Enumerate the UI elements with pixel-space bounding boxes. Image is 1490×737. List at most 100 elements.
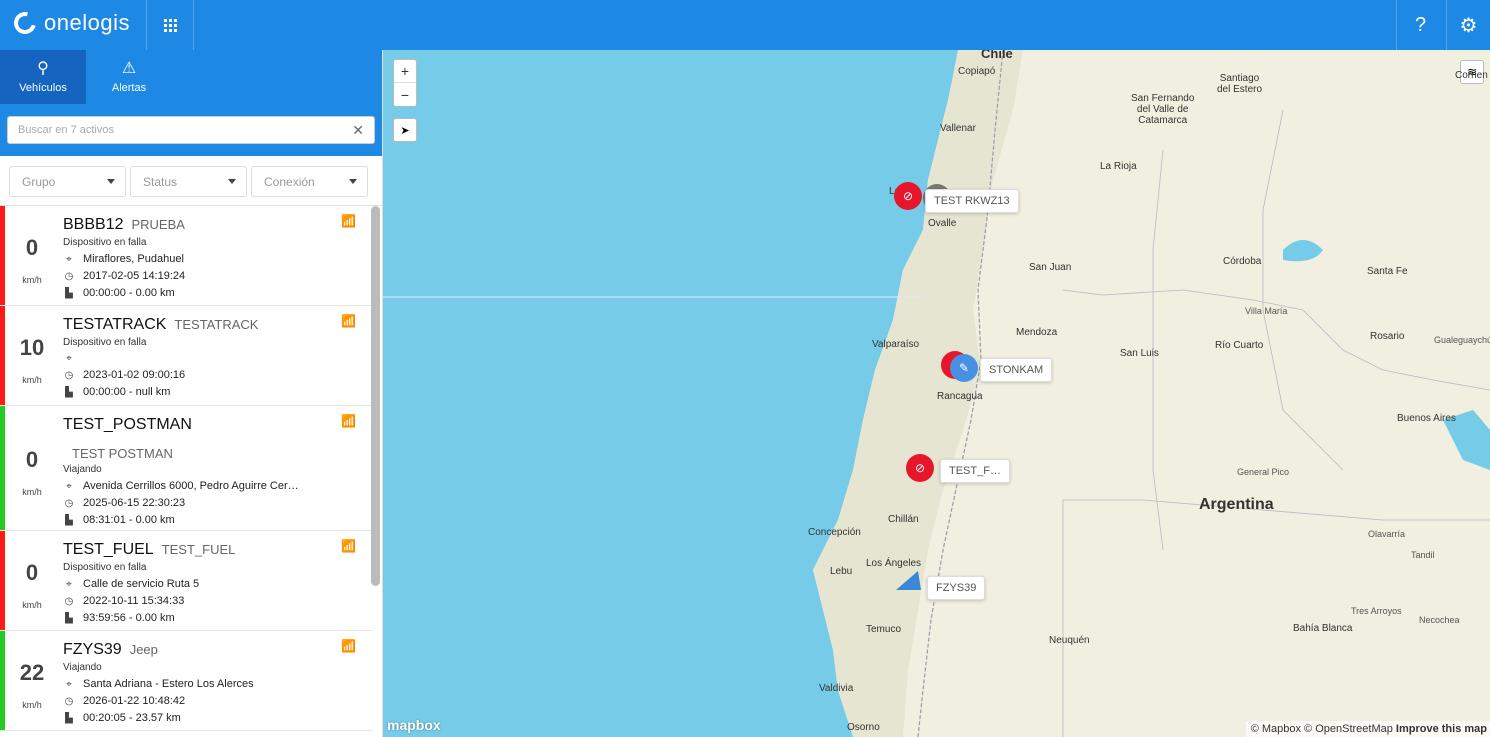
- tab-vehiculos[interactable]: ⚲ Vehículos: [0, 50, 86, 104]
- sidebar-tabs: ⚲ Vehículos ⚠ Alertas: [0, 50, 382, 104]
- speed-value: 0: [25, 559, 39, 585]
- map-label-concepcion: Concepción: [808, 527, 861, 538]
- vehicle-map-label[interactable]: TEST_F…: [940, 459, 1010, 483]
- zoom-out-button[interactable]: −: [394, 83, 416, 106]
- tab-alertas[interactable]: ⚠ Alertas: [86, 50, 172, 104]
- vehicle-location: Calle de servicio Ruta 5: [83, 578, 200, 590]
- brand[interactable]: onelogis: [9, 7, 130, 39]
- vehicle-status: Dispositivo en falla: [63, 337, 147, 348]
- vehicle-location: Santa Adriana - Estero Los Alerces: [83, 678, 254, 690]
- vehicle-info: TEST_POSTMAN TEST POSTMAN Viajando ⌖ Aveni…: [63, 416, 342, 526]
- speed-unit: km/h: [22, 374, 42, 385]
- map-label-mendoza: Mendoza: [1016, 327, 1058, 338]
- crosshair-icon: ⌖: [66, 353, 72, 364]
- attribution-text: © Mapbox © OpenStreetMap: [1250, 723, 1393, 735]
- vehicle-alias: TESTATRACK: [174, 317, 259, 332]
- vehicle-map-label[interactable]: FZYS39: [927, 576, 986, 600]
- map-label-ovalle: Ovalle: [928, 218, 957, 229]
- filter-grupo[interactable]: Grupo: [9, 166, 126, 197]
- weak-signal-icon: 📶: [341, 639, 356, 653]
- zoom-control: + −: [393, 59, 417, 107]
- vehicle-datetime: 2017-02-05 14:19:24: [83, 270, 186, 282]
- no-signal-icon: 📶: [341, 414, 356, 428]
- caret-down-icon: [349, 179, 357, 184]
- zoom-in-button[interactable]: +: [394, 60, 416, 83]
- vehicle-location: Miraflores, Pudahuel: [83, 253, 184, 265]
- map-label-los-angeles: Los Ángeles: [866, 558, 922, 569]
- search-box: ✕: [7, 116, 375, 144]
- apps-grid-icon: [163, 18, 177, 32]
- scrollbar-thumb[interactable]: [371, 206, 380, 586]
- speed-unit: km/h: [22, 699, 42, 710]
- direction-arrow-icon[interactable]: [896, 571, 922, 591]
- map-label-lebu: Lebu: [830, 566, 853, 577]
- brand-name: onelogis: [44, 10, 130, 35]
- locate-button[interactable]: ➤: [393, 118, 417, 142]
- map-label-la-rioja: La Rioja: [1100, 161, 1137, 172]
- vehicle-info: TESTATRACK TESTATRACK Dispositivo en fall…: [63, 316, 342, 398]
- vehicle-odometer: 08:31:01 - 0.00 km: [83, 514, 175, 526]
- map-label-santa-fe: Santa Fe: [1367, 266, 1408, 277]
- map-label-san-luis: San Luis: [1120, 348, 1159, 359]
- vehicle-map-label[interactable]: TEST RKWZ13: [925, 189, 1019, 213]
- no-signal-icon: 📶: [341, 314, 356, 328]
- filters: Grupo Status Conexión: [0, 156, 382, 206]
- vehicle-marker[interactable]: ✎: [950, 354, 978, 382]
- vehicle-list: 0 km/h BBBB12 PRUEBA Dispositivo en falla…: [0, 206, 372, 731]
- vehicle-odometer: 00:00:00 - 0.00 km: [83, 287, 175, 299]
- apps-button[interactable]: [146, 0, 194, 50]
- crosshair-icon: ⌖: [66, 578, 72, 590]
- vehicle-location: Avenida Cerrillos 6000, Pedro Aguirre Ce…: [83, 480, 299, 492]
- vehicle-row[interactable]: 0 km/h TEST_POSTMAN TEST POSTMAN Viajando…: [0, 406, 372, 531]
- no-signal-icon: ⊘: [902, 189, 914, 203]
- vehicle-row[interactable]: 0 km/h TEST_FUEL TEST_FUEL Dispositivo en…: [0, 531, 372, 631]
- vehicle-marker[interactable]: ⊘: [906, 454, 934, 482]
- map-pin-icon: ⚲: [37, 60, 49, 77]
- vehicle-odometer: 00:20:05 - 23.57 km: [83, 712, 181, 724]
- map-label-corrientes: Corrien: [1455, 70, 1488, 81]
- vehicle-row[interactable]: 10 km/h TESTATRACK TESTATRACK Dispositivo…: [0, 306, 372, 406]
- search-bar: ✕: [0, 104, 382, 156]
- map-label-tres-arroyos: Tres Arroyos: [1351, 606, 1402, 616]
- filter-conexion[interactable]: Conexión: [251, 166, 368, 197]
- settings-button[interactable]: ⚙: [1446, 0, 1490, 50]
- vehicle-status: Viajando: [63, 464, 102, 475]
- filter-label: Status: [143, 174, 178, 189]
- vehicle-status: Dispositivo en falla: [63, 237, 147, 248]
- clock-icon: ◷: [64, 270, 74, 282]
- vehicle-datetime: 2026-01-22 10:48:42: [83, 695, 186, 707]
- road-icon: ▙: [65, 712, 73, 724]
- sidebar: ⚲ Vehículos ⚠ Alertas ✕ Grupo Status Con…: [0, 50, 383, 737]
- map-label-necochea: Necochea: [1419, 615, 1460, 625]
- vehicle-map-label[interactable]: STONKAM: [980, 358, 1053, 382]
- clear-icon[interactable]: ✕: [352, 122, 364, 139]
- filter-status[interactable]: Status: [130, 166, 247, 197]
- crosshair-icon: ⌖: [66, 480, 72, 492]
- search-input[interactable]: [8, 117, 374, 143]
- vehicle-odometer: 93:59:56 - 0.00 km: [83, 612, 175, 624]
- speed-block: 0 km/h: [5, 406, 59, 530]
- vehicle-alias: TEST POSTMAN: [72, 446, 173, 461]
- help-button[interactable]: ?: [1396, 0, 1444, 50]
- map-label-rosario: Rosario: [1370, 331, 1405, 342]
- no-signal-icon: 📶: [341, 214, 356, 228]
- vehicle-row[interactable]: 22 km/h FZYS39 Jeep Viajando ⌖ Santa Adria…: [0, 631, 372, 731]
- vehicle-marker[interactable]: ⊘: [894, 182, 922, 210]
- improve-map-link[interactable]: Improve this map: [1396, 723, 1487, 735]
- scrollbar[interactable]: [371, 206, 380, 636]
- vehicle-datetime: 2023-01-02 09:00:16: [83, 369, 186, 381]
- navigation-arrow-icon: ➤: [400, 124, 410, 137]
- vehicle-name: FZYS39: [63, 641, 122, 658]
- vehicle-name: TEST_FUEL: [63, 541, 154, 558]
- speed-block: 22 km/h: [5, 631, 59, 730]
- map-label-argentina: Argentina: [1199, 496, 1274, 513]
- tab-label: Alertas: [111, 82, 147, 94]
- vehicle-alias: TEST_FUEL: [161, 542, 236, 557]
- gear-icon: ⚙: [1459, 14, 1478, 37]
- clock-icon: ◷: [64, 595, 74, 607]
- no-signal-icon: 📶: [341, 539, 356, 553]
- vehicle-row[interactable]: 0 km/h BBBB12 PRUEBA Dispositivo en falla…: [0, 206, 372, 306]
- map[interactable]: + − ➤ ≋ Chile Copiapó Vallenar La Ovalle…: [383, 50, 1490, 737]
- map-label-osorno: Osorno: [847, 722, 880, 733]
- vehicle-name: BBBB12: [63, 216, 124, 233]
